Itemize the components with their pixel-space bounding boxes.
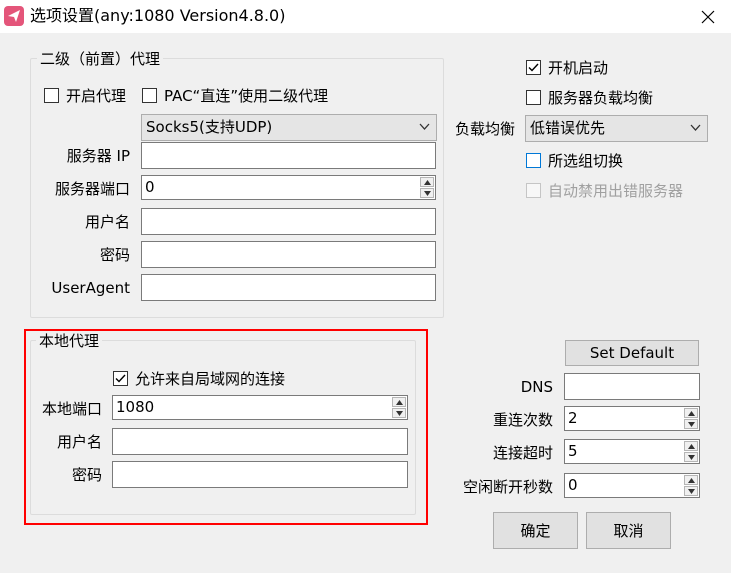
dns-label: DNS (520, 378, 553, 396)
chevron-down-icon (419, 123, 430, 130)
pac-direct-label: PAC“直连”使用二级代理 (164, 87, 329, 105)
pac-direct-box[interactable] (142, 88, 157, 103)
server-ip-label: 服务器 IP (66, 147, 130, 165)
server-port-stepper[interactable]: 0 (141, 175, 436, 200)
auto-disable-box[interactable] (526, 183, 541, 198)
check-icon (115, 374, 126, 383)
enable-proxy-box[interactable] (44, 88, 59, 103)
title-bar: 选项设置(any:1080 Version4.8.0) (0, 0, 731, 33)
allow-lan-box[interactable] (113, 371, 128, 386)
stepper-up-button[interactable] (392, 397, 406, 407)
lb-mode-select[interactable]: 低错误优先 (525, 115, 708, 142)
autostart-checkbox[interactable]: 开机启动 (526, 57, 608, 78)
stepper-down-button[interactable] (684, 486, 698, 496)
local-username-field[interactable] (112, 428, 408, 455)
dns-field[interactable] (564, 373, 700, 400)
upstream-username-label: 用户名 (84, 213, 130, 231)
stepper-up-button[interactable] (684, 441, 698, 451)
load-balance-box[interactable] (526, 90, 541, 105)
upstream-password-field[interactable] (141, 241, 436, 268)
arrow-up-icon (423, 179, 431, 185)
arrow-down-icon (395, 410, 403, 416)
stepper-up-button[interactable] (420, 177, 434, 187)
server-ip-field[interactable] (141, 142, 436, 169)
arrow-up-icon (395, 399, 403, 405)
useragent-field[interactable] (141, 274, 436, 301)
arrow-up-icon (687, 410, 695, 416)
auto-disable-label: 自动禁用出错服务器 (548, 182, 684, 200)
timeout-label: 连接超时 (492, 444, 553, 462)
stepper-down-button[interactable] (684, 419, 698, 429)
pac-direct-checkbox[interactable]: PAC“直连”使用二级代理 (142, 85, 328, 106)
local-port-stepper[interactable]: 1080 (112, 395, 408, 420)
useragent-label: UserAgent (51, 279, 130, 297)
autostart-box[interactable] (526, 60, 541, 75)
lb-mode-value: 低错误优先 (530, 119, 606, 137)
lb-mode-label: 负载均衡 (455, 120, 516, 138)
close-icon (701, 10, 715, 23)
paper-plane-icon (4, 6, 24, 26)
timeout-stepper[interactable]: 5 (564, 439, 700, 464)
switch-group-box[interactable] (526, 153, 541, 168)
reconnect-stepper[interactable]: 2 (564, 406, 700, 431)
stepper-down-button[interactable] (684, 452, 698, 462)
arrow-up-icon (687, 443, 695, 449)
arrow-down-icon (687, 488, 695, 494)
arrow-down-icon (687, 421, 695, 427)
arrow-down-icon (687, 454, 695, 460)
arrow-down-icon (423, 190, 431, 196)
enable-proxy-checkbox[interactable]: 开启代理 (44, 85, 126, 106)
local-port-value: 1080 (116, 398, 155, 416)
local-password-field[interactable] (112, 461, 408, 488)
local-username-label: 用户名 (56, 433, 102, 451)
load-balance-checkbox[interactable]: 服务器负载均衡 (526, 87, 653, 108)
idle-label: 空闲断开秒数 (462, 478, 553, 496)
reconnect-label: 重连次数 (492, 411, 553, 429)
server-port-label: 服务器端口 (54, 180, 130, 198)
stepper-down-button[interactable] (420, 188, 434, 198)
stepper-up-button[interactable] (684, 408, 698, 418)
allow-lan-label: 允许来自局域网的连接 (135, 370, 286, 388)
proxy-type-value: Socks5(支持UDP) (146, 118, 273, 136)
proxy-type-select[interactable]: Socks5(支持UDP) (141, 114, 437, 141)
enable-proxy-label: 开启代理 (66, 87, 127, 105)
ok-button[interactable]: 确定 (493, 512, 578, 549)
switch-group-label: 所选组切换 (548, 152, 624, 170)
arrow-up-icon (687, 477, 695, 483)
chevron-down-icon (690, 124, 701, 131)
upstream-password-label: 密码 (99, 246, 130, 264)
allow-lan-checkbox[interactable]: 允许来自局域网的连接 (113, 368, 285, 389)
close-button[interactable] (685, 0, 731, 33)
stepper-down-button[interactable] (392, 408, 406, 418)
stepper-up-button[interactable] (684, 475, 698, 485)
server-port-value: 0 (145, 178, 155, 196)
window-title: 选项设置(any:1080 Version4.8.0) (30, 6, 286, 25)
highlight-frame (24, 329, 428, 525)
idle-value: 0 (568, 476, 578, 494)
upstream-proxy-group-title: 二级（前置）代理 (37, 50, 164, 68)
set-default-button[interactable]: Set Default (565, 340, 699, 366)
reconnect-value: 2 (568, 409, 578, 427)
timeout-value: 5 (568, 442, 578, 460)
auto-disable-checkbox[interactable]: 自动禁用出错服务器 (526, 180, 683, 201)
local-port-label: 本地端口 (41, 400, 102, 418)
load-balance-label: 服务器负载均衡 (548, 89, 654, 107)
autostart-label: 开机启动 (548, 59, 609, 77)
check-icon (528, 63, 539, 72)
upstream-username-field[interactable] (141, 208, 436, 235)
idle-stepper[interactable]: 0 (564, 473, 700, 498)
local-password-label: 密码 (71, 466, 102, 484)
cancel-button[interactable]: 取消 (586, 512, 671, 549)
switch-group-checkbox[interactable]: 所选组切换 (526, 150, 623, 171)
